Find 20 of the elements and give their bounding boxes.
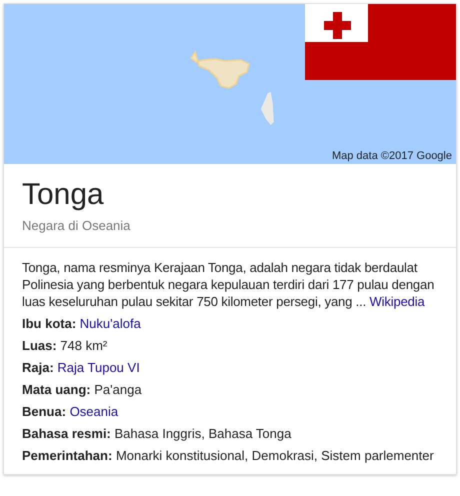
fact-value: Bahasa Inggris, Bahasa Tonga <box>114 426 292 441</box>
page-title: Tonga <box>22 177 105 213</box>
source-link[interactable]: Wikipedia <box>370 294 425 309</box>
fact-label: Bahasa resmi: <box>22 426 111 441</box>
map-attribution: Map data ©2017 Google <box>332 150 452 162</box>
fact-link[interactable]: Raja Tupou VI <box>57 360 140 375</box>
fact-label: Raja: <box>22 360 54 375</box>
fact-label: Benua: <box>22 404 66 419</box>
fact-label: Luas: <box>22 338 57 353</box>
fact-value: Monarki konstitusional, Demokrasi, Sistem parlementer <box>116 448 434 463</box>
flag-icon <box>305 4 456 80</box>
fact-link[interactable]: Oseania <box>70 404 118 419</box>
fact-label: Ibu kota: <box>22 316 76 331</box>
subtitle: Negara di Oseania <box>22 218 132 233</box>
description: Tonga, nama resminya Kerajaan Tonga, adalah negara tidak berdaulat Polinesia yang berbentuk negara kepulauan terdiri dari 177 pulau dengan luas keseluruhan pulau sekitar 750 kilometer persegi, yang ... Wikipedia <box>22 259 436 310</box>
fact-link[interactable]: Nuku'alofa <box>80 316 141 331</box>
fact-value: 748 km² <box>60 338 108 353</box>
fact-label: Pemerintahan: <box>22 448 112 463</box>
fact-value: Pa'anga <box>94 382 142 397</box>
fact-label: Mata uang: <box>22 382 91 397</box>
